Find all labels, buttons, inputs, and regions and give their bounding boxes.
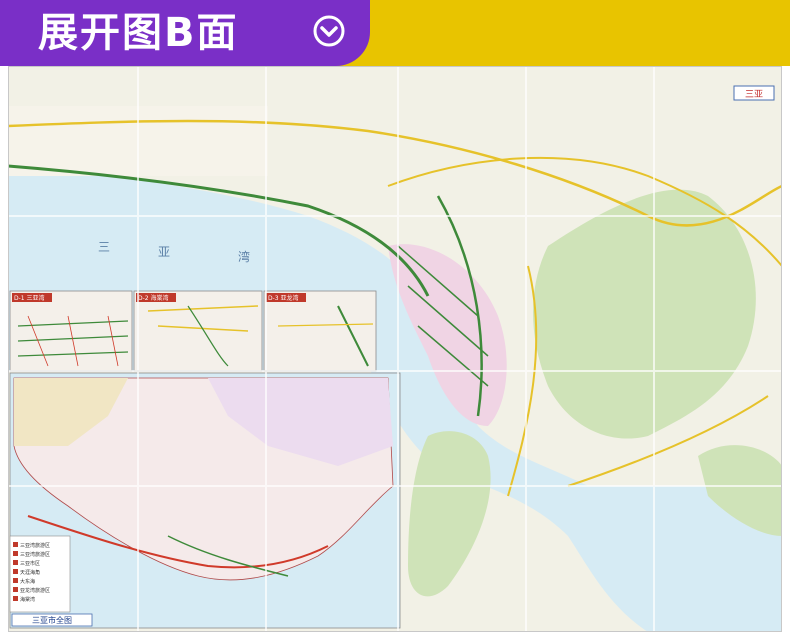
legend-item-1: 三亚湾旅游区 [20,542,50,549]
legend-item-7: 海棠湾 [20,596,35,603]
chevron-down-circle-icon[interactable] [312,14,346,48]
legend-item-3: 三亚市区 [20,560,40,567]
inset-label-3: D-3 亚龙湾 [268,294,299,302]
header-banner: 展开图B面 [0,0,790,66]
inset-panels: D-1 三亚湾 D-2 海棠湾 D-3 亚龙湾 [9,290,377,372]
inset-label-1: D-1 三亚湾 [14,294,45,302]
banner-yellow-strip [330,0,790,66]
corner-label: 三亚 [745,89,763,100]
map-canvas: 三亚 三 亚 湾 D-1 三亚湾 D-2 海棠湾 D-3 亚龙湾 三亚湾旅游区 … [7,66,783,632]
legend-item-5: 大东海 [20,578,35,585]
folded-map-sheet: 三亚 三 亚 湾 D-1 三亚湾 D-2 海棠湾 D-3 亚龙湾 三亚湾旅游区 … [7,66,783,632]
bay-label-2: 亚 [158,245,170,259]
bay-label-3: 湾 [238,249,250,264]
legend-item-6: 亚龙湾旅游区 [20,587,50,594]
bay-label-1: 三 [98,240,110,254]
legend-item-2: 三亚湾旅游区 [20,551,50,558]
inset-label-2: D-2 海棠湾 [138,294,169,302]
legend-item-4: 天涯海角 [20,569,40,576]
banner-title: 展开图B面 [38,10,239,56]
overview-title: 三亚市全图 [32,615,72,625]
overview-map: 三亚湾旅游区 三亚湾旅游区 三亚市区 天涯海角 大东海 亚龙湾旅游区 海棠湾 三… [9,372,401,629]
banner-purple-tab: 展开图B面 [0,0,370,66]
